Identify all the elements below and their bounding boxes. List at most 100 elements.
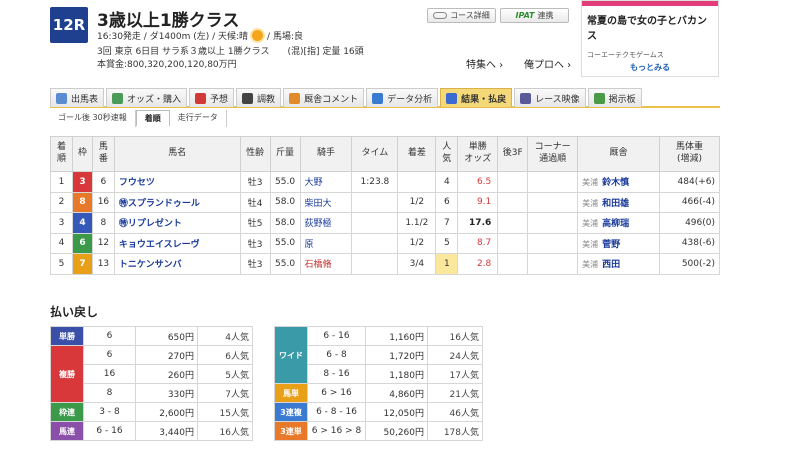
payback-numbers: 6 - 8 [307,345,366,365]
prediction-link[interactable]: 俺プロへ › [524,56,571,71]
payback-numbers: 3 - 8 [83,402,136,422]
trainer-link[interactable]: 和田雄 [602,199,629,209]
tab-6[interactable]: 結果・払戻 [440,88,513,107]
tab-5[interactable]: データ分析 [366,88,439,107]
jockey-link[interactable]: 大野 [299,171,353,193]
tab-icon [56,92,67,104]
feature-link[interactable]: 特集へ › [466,56,503,71]
corner-order-cell [527,212,579,234]
race-conditions: 3回 東京 6日目 サラ系３歳以上 1勝クラス (混)[指] 定量 16頭 [97,47,364,57]
tab-3[interactable]: 調教 [236,88,282,107]
subtab-1[interactable]: 着順 [135,110,170,127]
popularity-cell: 4 [435,171,459,193]
ipat-link-button[interactable]: IPAT 連携 [500,8,569,23]
payback-row: 馬連 6 - 16 3,440円 16人気 [50,421,253,441]
ad-title: 常夏の島で女の子とバカンス [587,16,707,42]
horse-name-link[interactable]: ㊕スプランドゥール [113,191,241,213]
payback-title: 払い戻し [50,305,99,319]
payback-amount: 270円 [135,345,198,365]
tab-7[interactable]: レース映像 [514,88,586,107]
trainer-cell: 美浦 和田雄 [577,191,660,213]
payback-popularity: 6人気 [197,345,253,365]
subtab-2[interactable]: 走行データ [170,110,227,127]
tab-label: 出馬表 [71,94,99,105]
result-row[interactable]: 5 7 13 トニケンサンバ 牡3 55.0 石橋脩 3/4 1 2.8 美浦 西田 500(-2) [50,253,721,275]
payback-type-label: 複勝 [50,345,84,403]
waku-cell: 6 [71,232,93,254]
win-odds-cell: 9.1 [457,191,499,213]
trainer-region: 美浦 [582,219,599,229]
margin-cell: 1.1/2 [397,212,437,234]
tab-4[interactable]: 厩舎コメント [283,88,365,107]
trainer-link[interactable]: 高柳瑞 [602,219,629,229]
column-header: 馬番 [91,136,115,172]
horse-weight-cell: 438(-6) [658,232,721,254]
course-detail-button[interactable]: コース詳細 [427,8,496,23]
margin-cell [397,171,437,193]
payback-type-label: 馬単 [274,383,308,403]
payback-row: 3連複 6 - 8 - 16 12,050円 46人気 [274,402,483,422]
weight-carried-cell: 58.0 [269,212,301,234]
tab-2[interactable]: 予想 [189,88,235,107]
time-cell [351,253,399,275]
horse-name-link[interactable]: トニケンサンバ [113,253,241,275]
waku-cell: 4 [71,212,93,234]
payback-type-label: 枠連 [50,402,84,422]
last-3f-cell [497,171,529,193]
popularity-cell: 1 [435,253,459,275]
payback-type-label: 単勝 [50,326,84,346]
last-3f-cell [497,191,529,213]
result-row[interactable]: 2 8 16 ㊕スプランドゥール 牡4 58.0 柴田大 1/2 6 9.1 美浦 和田雄 466(-4… [50,191,721,213]
trainer-link[interactable]: 西田 [602,260,620,270]
rank-cell: 3 [50,212,73,234]
jockey-link[interactable]: 原 [299,232,353,254]
ad-banner[interactable]: 常夏の島で女の子とバカンス コーエーテクモゲームス もっとみる [581,0,719,77]
tab-8[interactable]: 掲示板 [587,88,642,107]
payback-amount: 330円 [135,383,198,403]
last-3f-cell [497,253,529,275]
payback-amount: 12,050円 [365,402,428,422]
payback-row: ワイド 6 - 16 1,160円 16人気 [274,326,483,384]
weight-carried-cell: 58.0 [269,191,301,213]
payback-amount: 650円 [135,326,198,346]
horse-weight-cell: 484(+6) [658,171,721,193]
horse-name-link[interactable]: フウセツ [113,171,241,193]
result-row[interactable]: 1 3 6 フウセツ 牡3 55.0 大野 1:23.8 4 6.5 美浦 鈴木慎 484(+6) [50,171,721,193]
sex-age-cell: 牡3 [239,232,271,254]
rank-cell: 1 [50,171,73,193]
sex-age-cell: 牡3 [239,171,271,193]
subtab-0[interactable]: ゴール後 30秒速報 [50,110,136,127]
tab-0[interactable]: 出馬表 [50,88,105,107]
tab-icon [520,92,532,104]
corner-order-cell [527,253,579,275]
tab-1[interactable]: オッズ・購入 [106,88,188,107]
last-3f-cell [497,232,529,254]
rank-cell: 4 [50,232,73,254]
trainer-link[interactable]: 鈴木慎 [602,178,629,188]
payback-popularity: 21人気 [427,383,483,403]
payback-row: 単勝 6 650円 4人気 [50,326,253,346]
payback-popularity: 15人気 [197,402,253,422]
trainer-cell: 美浦 鈴木慎 [577,171,660,193]
trainer-region: 美浦 [582,239,599,249]
corner-order-cell [527,171,579,193]
result-row[interactable]: 3 4 8 ㊕リプレゼント 牡5 58.0 荻野極 1.1/2 7 17.6 美浦 高柳瑞 496(0) [50,212,721,234]
column-header: 馬体重 (増減) [658,136,721,172]
horse-name-link[interactable]: キョウエイスレーヴ [113,232,241,254]
weight-carried-cell: 55.0 [269,253,301,275]
jockey-link[interactable]: 柴田大 [299,191,353,213]
jockey-link[interactable]: 石橋脩 [299,253,353,275]
payback-amount: 4,860円 [365,383,428,403]
horse-number-cell: 6 [91,171,115,193]
horse-name-link[interactable]: ㊕リプレゼント [113,212,241,234]
result-row[interactable]: 4 6 12 キョウエイスレーヴ 牡3 55.0 原 1/2 5 8.7 美浦 菅野 438(-6) [50,232,721,254]
payback-type-label: 3連複 [274,402,308,422]
jockey-link[interactable]: 荻野極 [299,212,353,234]
payback-popularity: 7人気 [197,383,253,403]
payback-popularity: 4人気 [197,326,253,346]
column-header: 枠 [71,136,93,172]
ad-more-link[interactable]: もっとみる [582,62,718,73]
tab-icon [112,92,124,104]
trainer-link[interactable]: 菅野 [602,240,620,250]
win-odds-cell: 6.5 [457,171,499,193]
